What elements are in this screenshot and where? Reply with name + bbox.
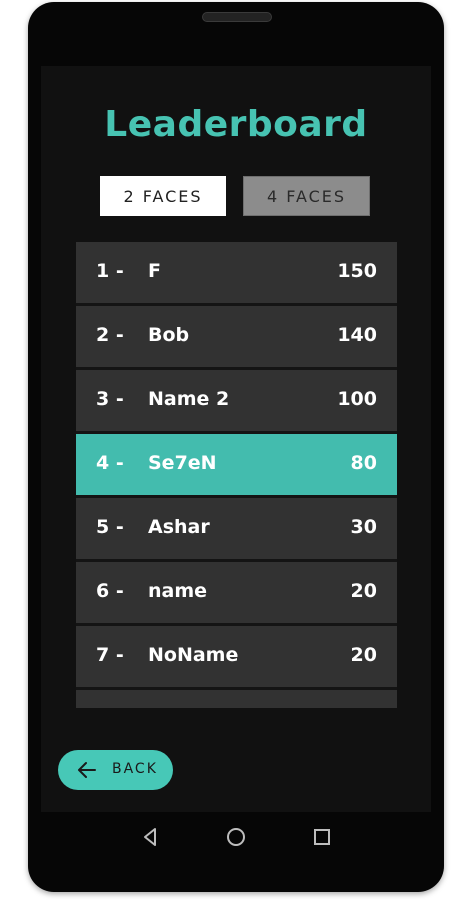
player-name: F	[148, 260, 161, 282]
player-score: 150	[337, 260, 377, 282]
player-name: NoName	[148, 644, 239, 666]
table-row: 1 - F 150	[76, 242, 397, 303]
home-circle-icon[interactable]	[223, 824, 249, 850]
player-name: Name 2	[148, 388, 230, 410]
back-triangle-icon[interactable]	[137, 824, 163, 850]
table-row: 3 - Name 2 100	[76, 370, 397, 431]
rank-label: 3 -	[96, 388, 124, 410]
table-row: 2 - Bob 140	[76, 306, 397, 367]
player-name: Ashar	[148, 516, 210, 538]
back-button[interactable]: BACK	[58, 750, 173, 790]
page-title: Leaderboard	[104, 104, 368, 145]
rank-label: 5 -	[96, 516, 124, 538]
back-button-label: BACK	[112, 761, 158, 777]
rank-label: 2 -	[96, 324, 124, 346]
player-score: 30	[350, 516, 377, 538]
player-name: Bob	[148, 324, 190, 346]
table-row-partial	[76, 690, 397, 708]
app-screen: Leaderboard 2 FACES 4 FACES 1 - F 150 2 …	[41, 66, 431, 812]
player-score: 20	[350, 580, 377, 602]
table-row: 6 - name 20	[76, 562, 397, 623]
player-name: name	[148, 580, 208, 602]
player-score: 100	[337, 388, 377, 410]
earpiece-speaker	[202, 12, 272, 22]
table-row: 5 - Ashar 30	[76, 498, 397, 559]
tab-2-faces[interactable]: 2 FACES	[100, 176, 226, 216]
rank-label: 4 -	[96, 452, 124, 474]
tab-4-faces[interactable]: 4 FACES	[243, 176, 370, 216]
recents-square-icon[interactable]	[309, 824, 335, 850]
arrow-left-icon	[78, 762, 96, 778]
rank-label: 1 -	[96, 260, 124, 282]
player-score: 80	[350, 452, 377, 474]
phone-frame: Leaderboard 2 FACES 4 FACES 1 - F 150 2 …	[28, 2, 444, 892]
player-name: Se7eN	[148, 452, 217, 474]
leaderboard-list[interactable]: 1 - F 150 2 - Bob 140 3 - Name 2 100 4 -…	[76, 242, 397, 708]
rank-label: 7 -	[96, 644, 124, 666]
rank-label: 6 -	[96, 580, 124, 602]
player-score: 140	[337, 324, 377, 346]
table-row: 7 - NoName 20	[76, 626, 397, 687]
player-score: 20	[350, 644, 377, 666]
mode-tabs: 2 FACES 4 FACES	[41, 176, 431, 218]
table-row-current-player: 4 - Se7eN 80	[76, 434, 397, 495]
android-nav-bar	[41, 812, 431, 862]
